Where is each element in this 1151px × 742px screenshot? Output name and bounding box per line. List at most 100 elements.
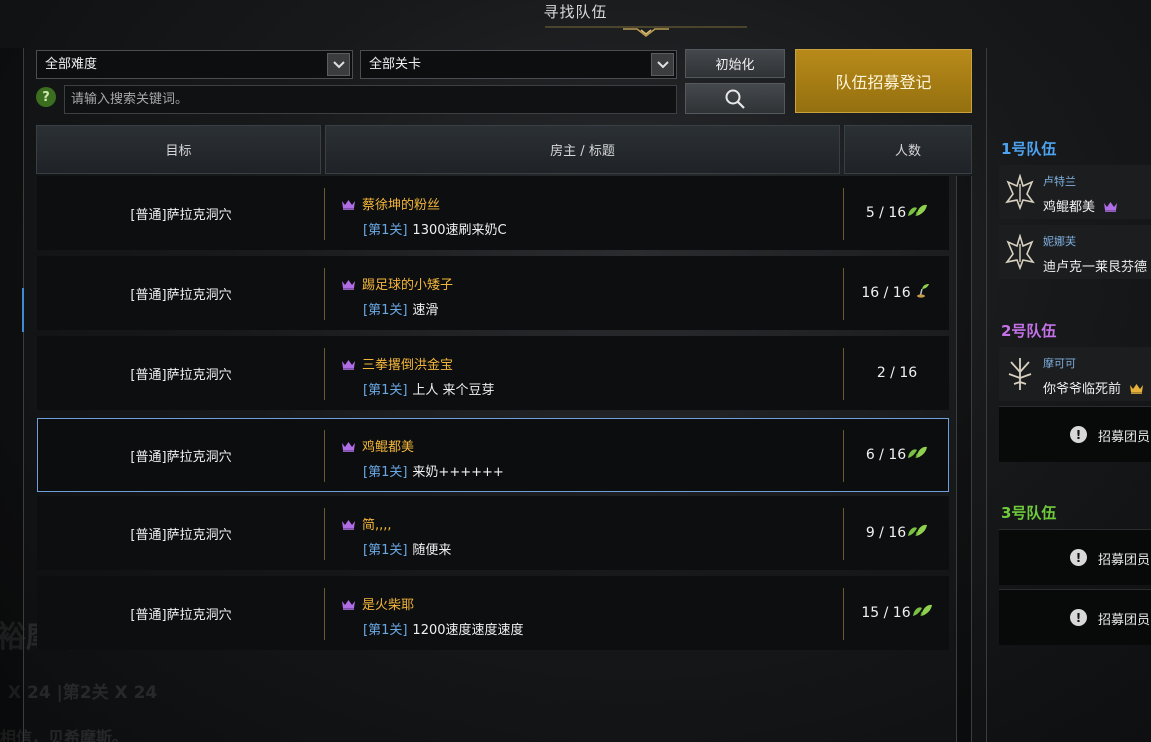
row-stage-tag: [第1关] [363, 223, 408, 238]
team-member-card[interactable]: 摩可可 你爷爷临死前 [999, 347, 1151, 401]
search-button[interactable] [685, 83, 785, 114]
row-title: [第1关] 上人 来个豆芽 [363, 379, 495, 398]
table-row[interactable]: [普通]萨拉克洞穴 蔡徐坤的粉丝 [第1关] 1300速刷来奶C 5 / 16 [37, 176, 949, 250]
row-divider [324, 188, 325, 240]
row-member-count-text: 15 / 16 [861, 605, 911, 621]
crown-icon [1104, 201, 1118, 212]
reset-button[interactable]: 初始化 [685, 49, 785, 78]
row-stage-tag: [第1关] [363, 303, 408, 318]
member-title-text: 鸡鲲都美 [1043, 200, 1096, 215]
crown-icon [1130, 383, 1144, 394]
row-member-count: 16 / 16 [844, 257, 950, 329]
team-recruit-register-button[interactable]: 队伍招募登记 [795, 49, 972, 113]
row-title: [第1关] 来奶++++++ [363, 461, 504, 480]
row-divider [324, 508, 325, 560]
table-row[interactable]: [普通]萨拉克洞穴 简,,,, [第1关] 随便来 9 / 16 [37, 496, 949, 570]
crown-icon [342, 359, 355, 370]
row-host: 踢足球的小矮子 [341, 274, 453, 293]
alert-icon: ! [1070, 549, 1087, 566]
row-host: 蔡徐坤的粉丝 [341, 194, 440, 213]
row-title: [第1关] 速滑 [363, 299, 438, 318]
team-member-card[interactable]: 妮娜芙 迪卢克一莱艮芬德 [999, 225, 1151, 279]
column-header-count[interactable]: 人数 [844, 125, 972, 174]
member-title-text: 你爷爷临死前 [1043, 382, 1122, 397]
recruit-slot[interactable]: ! 招募团员 [999, 406, 1151, 462]
row-divider [324, 588, 325, 640]
row-title-text: 随便来 [412, 543, 452, 558]
leaf-icon [912, 604, 932, 617]
sprout-icon [916, 284, 929, 298]
row-title: [第1关] 1300速刷来奶C [363, 219, 507, 238]
row-title-text: 1200速度速度速度 [412, 623, 524, 638]
row-divider [324, 430, 325, 482]
table-row[interactable]: [普通]萨拉克洞穴 三拳撂倒洪金宝 [第1关] 上人 来个豆芽 2 / 16 [37, 336, 949, 410]
member-title: 你爷爷临死前 [1043, 378, 1144, 397]
crown-icon [342, 441, 355, 452]
table-row[interactable]: [普通]萨拉克洞穴 鸡鲲都美 [第1关] 来奶++++++ 6 / 16 [37, 418, 949, 492]
row-member-count: 9 / 16 [844, 497, 950, 569]
row-target: [普通]萨拉克洞穴 [130, 367, 232, 383]
column-header-target[interactable]: 目标 [36, 125, 321, 174]
leaf-icon [908, 204, 928, 217]
recruit-slot-label: 招募团员 [1098, 430, 1151, 445]
list-scrollbar[interactable] [956, 176, 972, 742]
row-host-name: 踢足球的小矮子 [362, 278, 454, 293]
table-row[interactable]: [普通]萨拉克洞穴 踢足球的小矮子 [第1关] 速滑 16 / 16 [37, 256, 949, 330]
member-name: 摩可可 [1043, 357, 1076, 370]
search-icon [725, 89, 745, 109]
team-title: 2号队伍 [1001, 322, 1057, 340]
recruit-slot[interactable]: ! 招募团员 [999, 529, 1151, 585]
member-name: 妮娜芙 [1043, 235, 1076, 248]
reset-button-label: 初始化 [715, 58, 755, 73]
row-member-count-text: 16 / 16 [861, 285, 911, 301]
team-title: 3号队伍 [1001, 504, 1057, 522]
row-member-count-text: 2 / 16 [876, 365, 918, 381]
row-stage-tag: [第1关] [363, 543, 408, 558]
row-host: 简,,,, [341, 514, 392, 533]
row-host: 鸡鲲都美 [341, 436, 414, 455]
row-stage-tag: [第1关] [363, 623, 408, 638]
row-stage-tag: [第1关] [363, 465, 408, 480]
row-title-text: 1300速刷来奶C [412, 223, 507, 238]
member-title: 鸡鲲都美 [1043, 196, 1118, 215]
row-divider [324, 348, 325, 400]
row-host: 是火柴耶 [341, 594, 414, 613]
class-emblem-icon [1005, 174, 1035, 210]
right-panel-divider [986, 48, 987, 742]
recruit-slot[interactable]: ! 招募团员 [999, 589, 1151, 645]
member-title: 迪卢克一莱艮芬德 [1043, 256, 1147, 275]
row-target: [普通]萨拉克洞穴 [130, 287, 232, 303]
column-header-host-title[interactable]: 房主 / 标题 [325, 125, 840, 174]
row-member-count: 2 / 16 [844, 337, 950, 409]
row-member-count: 5 / 16 [844, 177, 950, 249]
left-strip-highlight [22, 288, 24, 332]
team-member-card[interactable]: 卢特兰 鸡鲲都美 [999, 165, 1151, 219]
row-host: 三拳撂倒洪金宝 [341, 354, 453, 373]
difficulty-select[interactable]: 全部难度 [36, 50, 353, 79]
row-divider [324, 268, 325, 320]
row-host-name: 蔡徐坤的粉丝 [362, 198, 441, 213]
team-title: 1号队伍 [1001, 140, 1057, 158]
chevron-down-icon[interactable] [651, 53, 674, 76]
member-name: 卢特兰 [1043, 175, 1076, 188]
team-recruit-register-label: 队伍招募登记 [835, 73, 932, 92]
row-host-name: 简,,,, [362, 518, 392, 533]
crown-icon [342, 519, 355, 530]
leaf-icon [908, 446, 928, 459]
row-member-count: 15 / 16 [844, 577, 950, 649]
chevron-down-icon[interactable] [327, 53, 350, 76]
recruit-slot-label: 招募团员 [1098, 613, 1151, 628]
row-stage-tag: [第1关] [363, 383, 408, 398]
help-icon[interactable]: ? [36, 87, 56, 107]
table-row[interactable]: [普通]萨拉克洞穴 是火柴耶 [第1关] 1200速度速度速度 15 / 16 [37, 576, 949, 650]
row-title-text: 上人 来个豆芽 [412, 383, 495, 398]
row-target: [普通]萨拉克洞穴 [130, 527, 232, 543]
row-host-name: 鸡鲲都美 [362, 440, 415, 455]
stage-select[interactable]: 全部关卡 [360, 50, 677, 79]
search-input[interactable] [64, 85, 677, 114]
crown-icon [342, 199, 355, 210]
class-emblem-icon [1008, 358, 1032, 390]
difficulty-select-value: 全部难度 [45, 57, 98, 72]
row-title: [第1关] 1200速度速度速度 [363, 619, 524, 638]
column-header-host-title-label: 房主 / 标题 [550, 144, 615, 159]
